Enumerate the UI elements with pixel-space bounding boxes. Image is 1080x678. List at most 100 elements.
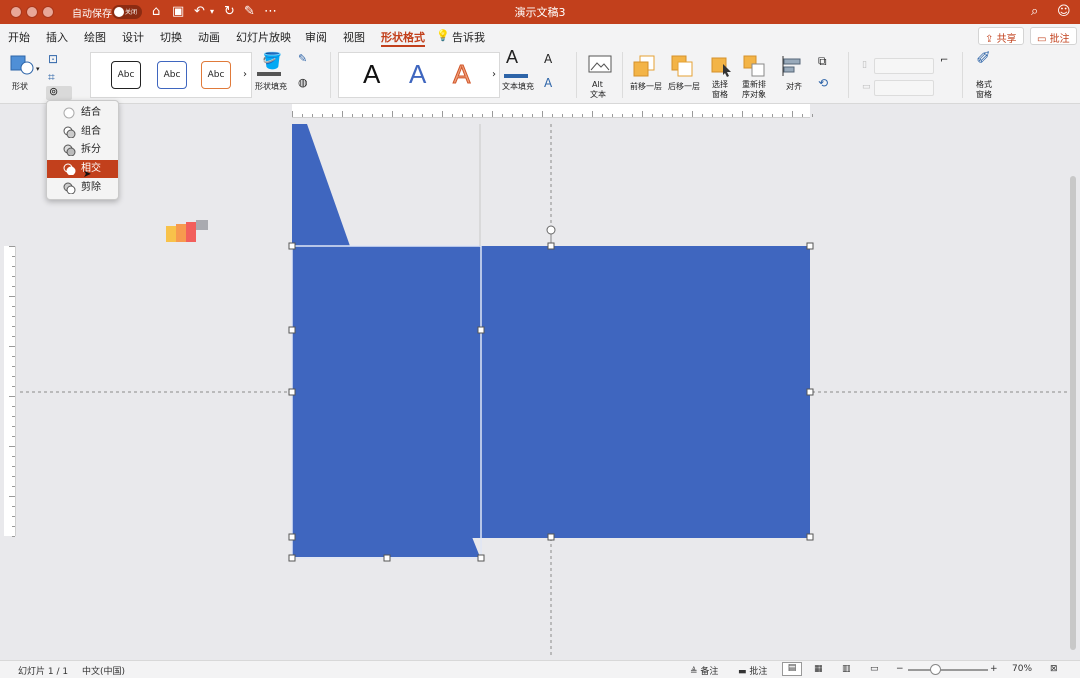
text-box-icon[interactable]: ⊡ — [48, 53, 58, 65]
gallery-more-icon[interactable]: › — [243, 69, 247, 80]
ruler-tick — [722, 114, 723, 117]
language-indicator[interactable]: 中文(中国) — [82, 664, 125, 677]
slide-shapes — [20, 124, 1068, 656]
share-button[interactable]: ⇪ 共享 — [978, 27, 1024, 45]
zoom-out-icon[interactable]: − — [896, 664, 904, 674]
normal-view-icon[interactable]: ▤ — [782, 662, 802, 676]
fit-to-window-icon[interactable]: ⊠ — [1050, 664, 1058, 674]
resize-handle[interactable] — [288, 242, 296, 250]
slideshow-icon[interactable]: ▭ — [870, 664, 879, 674]
fill-color-bar — [257, 72, 281, 76]
tell-me-button[interactable]: 告诉我 — [452, 29, 485, 45]
resize-handle[interactable] — [288, 388, 296, 396]
ruler-tick — [9, 346, 15, 347]
comments-button[interactable]: ▭ 批注 — [1030, 27, 1077, 45]
text-outline-icon[interactable]: A — [544, 53, 552, 65]
tab-slideshow[interactable]: 幻灯片放映 — [236, 29, 291, 45]
wordart-style-blue[interactable]: A — [409, 59, 426, 89]
menu-item-subtract[interactable]: 剪除 — [47, 179, 118, 197]
shape-outline-icon[interactable]: ✎ — [298, 53, 307, 64]
tab-insert[interactable]: 插入 — [46, 29, 68, 45]
rotate-handle[interactable] — [546, 225, 556, 235]
ruler-tick — [572, 114, 573, 117]
share-icon: ⇪ — [985, 34, 997, 45]
ruler-tick — [652, 114, 653, 117]
comments-status-button[interactable]: ▬ 批注 — [738, 664, 767, 677]
bring-forward-icon[interactable] — [632, 54, 658, 78]
shape-dropdown-icon[interactable]: ▾ — [36, 64, 40, 74]
tab-draw[interactable]: 绘图 — [84, 29, 106, 45]
ruler-tick — [12, 526, 15, 527]
resize-handle[interactable] — [806, 388, 814, 396]
fragment-icon — [63, 144, 76, 156]
slide-canvas[interactable] — [20, 120, 1068, 656]
resize-handle[interactable] — [477, 326, 485, 334]
resize-handle[interactable] — [547, 533, 555, 541]
shape-effects-icon[interactable]: ◍ — [298, 77, 308, 88]
send-backward-icon[interactable] — [670, 54, 696, 78]
blue-rectangle-shape[interactable] — [292, 246, 810, 538]
alt-text-label-1: Alt — [592, 80, 603, 89]
person-icon[interactable]: ☺ — [1057, 3, 1071, 21]
selection-pane-icon[interactable] — [710, 54, 734, 78]
search-icon[interactable]: ⌕ — [1031, 3, 1038, 21]
zoom-slider-thumb[interactable] — [930, 664, 941, 675]
align-icon[interactable] — [780, 54, 804, 78]
tab-transitions[interactable]: 切换 — [160, 29, 182, 45]
zoom-level[interactable]: 70% — [1012, 664, 1032, 674]
size-dialog-icon[interactable]: ⌐ — [940, 56, 948, 66]
group-icon[interactable]: ⧉ — [818, 55, 827, 67]
resize-handle[interactable] — [383, 554, 391, 562]
vertical-scrollbar[interactable] — [1070, 176, 1076, 650]
shape-style-1[interactable]: Abc — [111, 61, 141, 89]
tab-view[interactable]: 视图 — [343, 29, 365, 45]
blue-triangle-shape[interactable] — [292, 124, 350, 246]
wordart-more-icon[interactable]: › — [492, 69, 496, 80]
zoom-in-icon[interactable]: + — [990, 664, 998, 674]
resize-handle[interactable] — [806, 242, 814, 250]
tab-home[interactable]: 开始 — [8, 29, 30, 45]
reorder-objects-icon[interactable] — [742, 54, 768, 78]
format-pane-icon[interactable]: ✐ — [976, 50, 991, 68]
paint-bucket-icon[interactable]: 🪣 — [262, 53, 282, 69]
menu-item-combine[interactable]: 组合 — [47, 123, 118, 141]
slide-sorter-icon[interactable]: ▦ — [814, 664, 823, 674]
resize-handle[interactable] — [288, 533, 296, 541]
resize-handle[interactable] — [806, 533, 814, 541]
blue-parallelogram-shape[interactable] — [292, 537, 480, 557]
wordart-style-orange[interactable]: A — [452, 59, 470, 90]
ruler-tick — [762, 114, 763, 117]
menu-item-fragment[interactable]: 拆分 — [47, 141, 118, 159]
resize-handle[interactable] — [477, 554, 485, 562]
alt-text-icon[interactable] — [588, 54, 612, 76]
ruler-tick — [372, 114, 373, 117]
shape-width-field[interactable] — [874, 80, 934, 96]
rotate-icon[interactable]: ⟲ — [818, 77, 828, 89]
resize-handle[interactable] — [288, 326, 296, 334]
horizontal-ruler[interactable] — [292, 104, 813, 118]
notes-button[interactable]: ≜ 备注 — [690, 664, 718, 677]
merge-shapes-button[interactable]: ⊚ — [46, 85, 72, 100]
menu-item-intersect[interactable]: 相交 ➤ — [47, 160, 118, 180]
ruler-tick — [12, 286, 15, 287]
resize-handle[interactable] — [288, 554, 296, 562]
shapes-icon[interactable] — [10, 54, 34, 76]
vertical-ruler[interactable] — [4, 246, 16, 537]
color-swatch-image[interactable] — [166, 220, 212, 244]
shape-style-2[interactable]: Abc — [157, 61, 187, 89]
ruler-tick — [12, 466, 15, 467]
shape-style-3[interactable]: Abc — [201, 61, 231, 89]
tab-review[interactable]: 审阅 — [305, 29, 327, 45]
tab-animations[interactable]: 动画 — [198, 29, 220, 45]
tab-design[interactable]: 设计 — [122, 29, 144, 45]
menu-item-union[interactable]: 结合 — [47, 104, 118, 122]
text-effects-icon[interactable]: A — [544, 77, 552, 89]
resize-handle[interactable] — [547, 242, 555, 250]
text-fill-icon[interactable]: A — [506, 48, 518, 66]
tab-shape-format[interactable]: 形状格式 — [381, 29, 425, 45]
edit-shape-icon[interactable]: ⌗ — [48, 71, 55, 83]
reading-view-icon[interactable]: ▥ — [842, 664, 851, 674]
shape-height-field[interactable] — [874, 58, 934, 74]
wordart-style-black[interactable]: A — [363, 59, 380, 89]
zoom-slider-track[interactable] — [908, 669, 988, 671]
